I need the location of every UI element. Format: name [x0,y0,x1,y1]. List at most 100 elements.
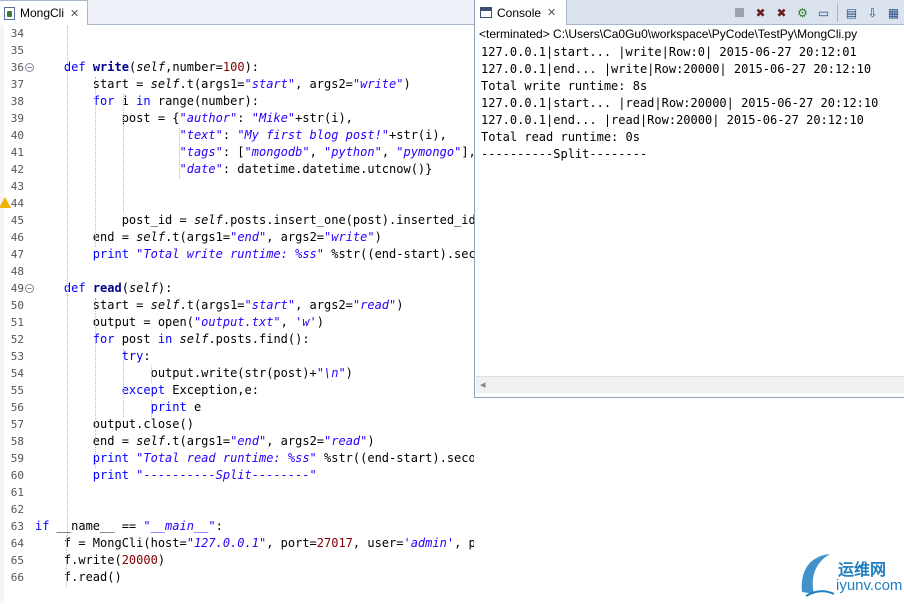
code-editor[interactable]: 34 35 36− def write(self,number=100): 37 st… [0,25,474,603]
scroll-left-icon[interactable]: ◂ [480,378,486,391]
line-number: 51 [10,316,24,329]
terminate-icon[interactable] [730,3,749,22]
code-line[interactable]: 65 f.write(20000) [0,552,474,569]
line-number: 37 [10,78,24,91]
line-number: 39 [10,112,24,125]
indent-guide [67,26,68,536]
horizontal-scrollbar[interactable]: ◂ [476,376,904,393]
console-output[interactable]: 127.0.0.1|start... |write|Row:0| 2015-06… [481,44,901,163]
code-line[interactable]: 46 end = self.t(args1="end", args2="writ… [0,229,474,246]
line-number: 48 [10,265,24,278]
code-text: print e [150,400,202,414]
close-icon[interactable]: ✕ [70,8,79,19]
console-output-line: 127.0.0.1|start... |read|Row:20000| 2015… [481,96,879,110]
console-output-line: 127.0.0.1|end... |write|Row:20000| 2015-… [481,62,872,76]
code-text: if __name__ == "__main__": [35,519,223,533]
console-toolbar: ✖ ✖ ⚙ ▭ ▤ ⇩ ▦ [730,3,903,22]
line-number: 64 [10,537,24,550]
line-number: 52 [10,333,24,346]
code-line[interactable]: 47 print "Total write runtime: %ss" %str… [0,246,474,263]
debug-icon[interactable]: ⚙ [793,3,812,22]
fold-toggle-icon[interactable]: − [25,284,34,293]
code-line[interactable]: 48 [0,263,474,280]
code-text: print "----------Split--------" [92,468,317,482]
code-line[interactable]: 57 output.close() [0,416,474,433]
remove-launch-icon[interactable]: ✖ [751,3,770,22]
line-number: 46 [10,231,24,244]
console-icon [480,7,492,18]
indent-guide [66,536,67,587]
code-line[interactable]: 62 [0,501,474,518]
console-output-line: Total write runtime: 8s [481,79,648,93]
code-line[interactable]: 43 [0,178,474,195]
line-number: 65 [10,554,24,567]
indent-guide [95,77,96,247]
indent-guide [123,94,124,213]
editor-tab-bar: MongCli ✕ [0,0,474,25]
line-number: 61 [10,486,24,499]
code-line[interactable]: 61 [0,484,474,501]
console-window-icon[interactable]: ▭ [814,3,833,22]
line-number: 63 [10,520,24,533]
editor-tab-mongcli[interactable]: MongCli ✕ [0,0,88,25]
console-output-line: Total read runtime: 0s [481,130,640,144]
fold-toggle-icon[interactable]: − [25,63,34,72]
code-line[interactable]: 66 f.read() [0,569,474,586]
code-text: output = open("output.txt", 'w') [35,315,325,329]
code-line[interactable]: 41 "tags": ["mongodb", "python", "pymong… [0,144,474,161]
code-text: output.write(str(post)+"\n") [35,366,353,380]
scroll-lock-icon[interactable]: ⇩ [863,3,882,22]
code-line[interactable]: 60 print "----------Split--------" [0,467,474,484]
code-text: start = self.t(args1="start", args2="wri… [35,77,411,91]
code-line[interactable]: 58 end = self.t(args1="end", args2="read… [0,433,474,450]
code-line[interactable]: 63 if __name__ == "__main__": [0,518,474,535]
code-text: print "Total read runtime: %ss" %str((en… [92,451,474,465]
console-tab[interactable]: Console ✕ [475,0,567,25]
line-number: 49 [10,282,24,295]
line-number: 57 [10,418,24,431]
code-line[interactable]: 49− def read(self): [0,280,474,297]
code-line[interactable]: 64 f = MongCli(host="127.0.0.1", port=27… [0,535,474,552]
code-line[interactable]: 45 post_id = self.posts.insert_one(post)… [0,212,474,229]
code-line[interactable]: 56 print e [0,399,474,416]
watermark-en: iyunv.com [836,577,903,594]
code-line[interactable]: 40 "text": "My first blog post!"+str(i), [0,127,474,144]
code-line[interactable]: 55 except Exception,e: [0,382,474,399]
line-number: 41 [10,146,24,159]
code-line[interactable]: 34 [0,25,474,42]
console-output-line: ----------Split-------- [481,147,648,161]
code-line[interactable]: 37 start = self.t(args1="start", args2="… [0,76,474,93]
code-line[interactable]: 42 "date": datetime.datetime.utcnow()} [0,161,474,178]
indent-guide [179,128,180,179]
line-number: 62 [10,503,24,516]
code-line[interactable]: 39 post = {"author": "Mike"+str(i), [0,110,474,127]
close-icon[interactable]: ✕ [547,7,556,18]
indent-guide [151,400,152,417]
code-line[interactable]: 51 output = open("output.txt", 'w') [0,314,474,331]
code-line[interactable]: 53 try: [0,348,474,365]
code-line[interactable]: 54 output.write(str(post)+"\n") [0,365,474,382]
code-text: end = self.t(args1="end", args2="write") [35,230,382,244]
code-line[interactable]: 52 for post in self.posts.find(): [0,331,474,348]
code-line[interactable]: 36− def write(self,number=100): [0,59,474,76]
code-line[interactable]: 38 for i in range(number): [0,93,474,110]
code-line[interactable]: 59 print "Total read runtime: %ss" %str(… [0,450,474,467]
line-number: 66 [10,571,24,584]
code-text: start = self.t(args1="start", args2="rea… [35,298,404,312]
console-output-line: 127.0.0.1|end... |read|Row:20000| 2015-0… [481,113,864,127]
line-number: 50 [10,299,24,312]
remove-all-terminated-icon[interactable]: ✖ [772,3,791,22]
code-line[interactable]: 35 [0,42,474,59]
code-line[interactable]: 44 [0,195,474,212]
code-text: except Exception,e: [121,383,259,397]
line-number: 53 [10,350,24,363]
line-number: 54 [10,367,24,380]
clear-console-icon[interactable]: ▤ [842,3,861,22]
line-number: 59 [10,452,24,465]
code-line[interactable]: 50 start = self.t(args1="start", args2="… [0,297,474,314]
line-number: 40 [10,129,24,142]
code-text: try: [121,349,151,363]
word-wrap-icon[interactable]: ▦ [884,3,903,22]
line-number: 42 [10,163,24,176]
code-text: f = MongCli(host="127.0.0.1", port=27017… [35,536,474,550]
